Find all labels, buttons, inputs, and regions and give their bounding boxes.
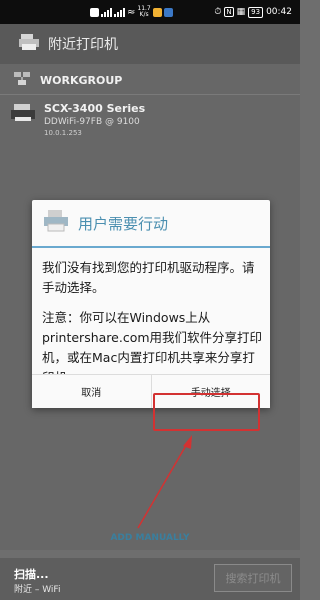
printer-icon (10, 102, 36, 137)
app-notification-icon (152, 7, 162, 17)
list-item-printer[interactable]: SCX-3400 Series DDWiFi-97FB @ 9100 10.0.… (10, 102, 145, 137)
battery-indicator: 93 (248, 6, 264, 18)
dialog-title: 用户需要行动 (78, 214, 169, 233)
status-right-icons: ⏱ N ▦ 93 00:42 (214, 6, 292, 18)
status-left-icons: ≈ 11.7 K/s (90, 6, 173, 18)
dialog-title-divider (32, 246, 270, 248)
wifi-icon: ≈ (127, 6, 136, 18)
dialog-header: 用户需要行动 (32, 200, 270, 246)
scan-status-title: 扫描... (14, 568, 49, 581)
printer-network: DDWiFi-97FB @ 9100 (44, 117, 140, 127)
add-manually-link[interactable]: ADD MANUALLY (0, 533, 300, 543)
scan-status-subtitle: 附近 – WiFi (14, 585, 61, 595)
bottom-bar: 扫描... 附近 – WiFi 搜索打印机 (0, 558, 300, 600)
status-time: 00:42 (266, 7, 292, 17)
printer-ip: 10.0.1.253 (44, 129, 82, 137)
status-bar: ≈ 11.7 K/s ⏱ N ▦ 93 00:42 (0, 0, 300, 24)
network-group-icon (14, 72, 30, 89)
notification-icon (90, 7, 99, 17)
cancel-button[interactable]: 取消 (32, 375, 151, 408)
list-item-workgroup[interactable]: WORKGROUP (14, 72, 122, 89)
signal-icon (101, 7, 112, 17)
search-printers-button[interactable]: 搜索打印机 (214, 564, 292, 592)
user-action-dialog: 用户需要行动 我们没有找到您的打印机驱动程序。请手动选择。 注意：你可以在Win… (32, 200, 270, 408)
group-label: WORKGROUP (40, 74, 123, 87)
app-notification-icon-2 (163, 7, 173, 17)
page-title: 附近打印机 (48, 37, 118, 53)
highlight-box (153, 393, 260, 431)
dialog-message: 我们没有找到您的打印机驱动程序。请手动选择。 (42, 260, 255, 295)
app-bar: 附近打印机 (0, 24, 300, 64)
network-speed: 11.7 K/s (137, 5, 151, 18)
nfc-icon: N (224, 7, 234, 17)
divider (0, 94, 300, 95)
dialog-body: 我们没有找到您的打印机驱动程序。请手动选择。 注意：你可以在Windows上从p… (42, 258, 264, 388)
printer-logo-icon[interactable] (18, 33, 40, 55)
signal-icon-2 (114, 7, 125, 17)
printer-dialog-icon (42, 209, 70, 237)
alarm-icon: ⏱ (214, 7, 222, 17)
vibrate-icon: ▦ (236, 7, 246, 17)
printer-name: SCX-3400 Series (44, 102, 146, 115)
